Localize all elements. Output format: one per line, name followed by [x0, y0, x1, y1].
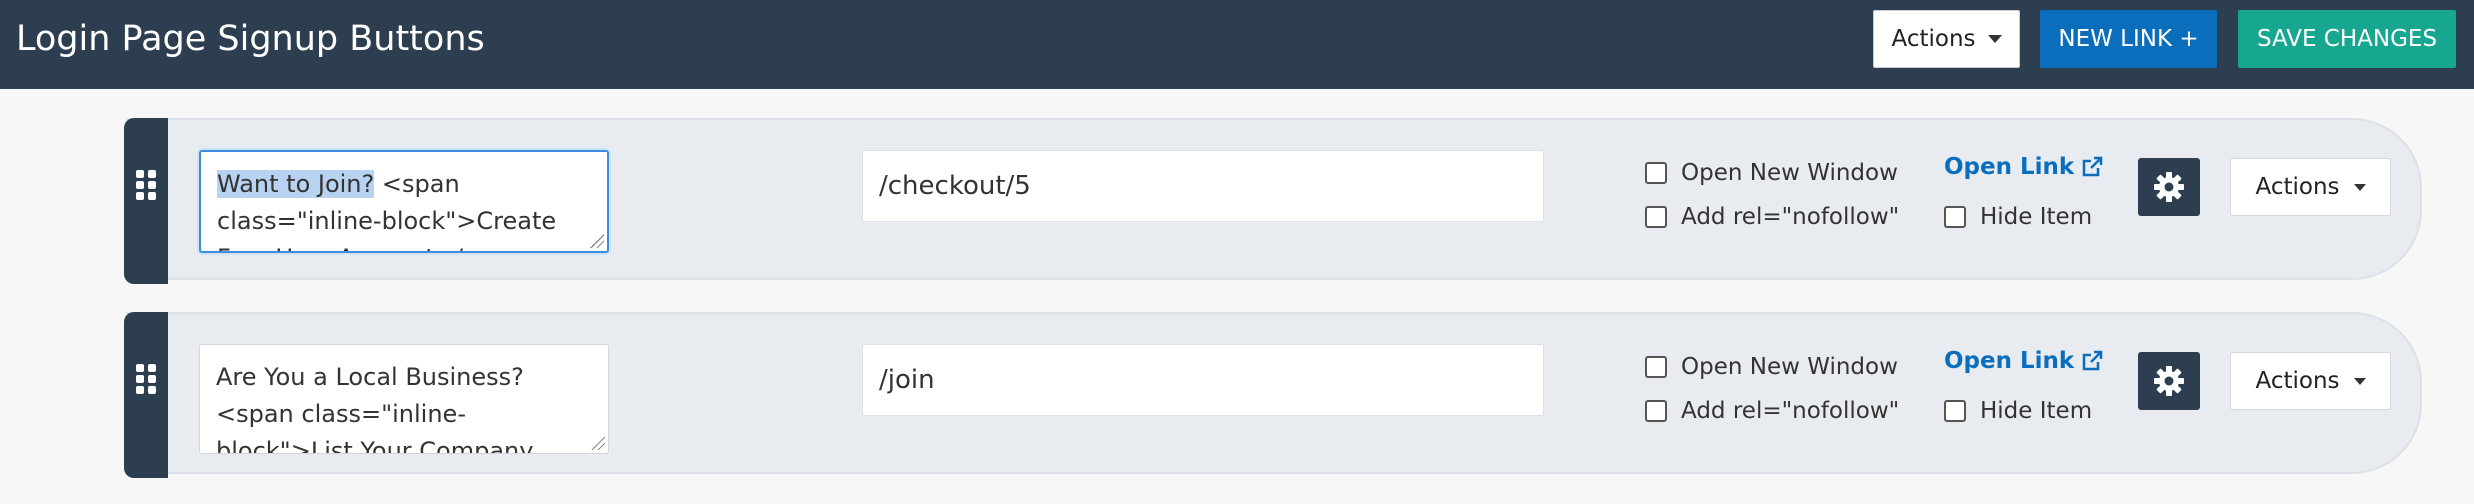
page-title: Login Page Signup Buttons: [16, 19, 485, 59]
hide-item-checkbox[interactable]: [1944, 400, 1966, 422]
hide-item-label: Hide Item: [1980, 398, 2093, 424]
caret-down-icon: [2353, 183, 2366, 191]
open-link[interactable]: Open Link: [1944, 348, 2104, 374]
nofollow-checkbox[interactable]: [1645, 400, 1667, 422]
hide-item-checkbox[interactable]: [1944, 206, 1966, 228]
link-label-textarea[interactable]: Are You a Local Business? <span class="i…: [199, 344, 609, 454]
new-link-button[interactable]: NEW LINK +: [2040, 10, 2217, 68]
row-actions-label: Actions: [2255, 174, 2340, 200]
grip-icon: [136, 364, 156, 394]
open-new-window-label: Open New Window: [1681, 354, 1898, 380]
open-new-window-checkbox[interactable]: [1645, 356, 1667, 378]
caret-down-icon: [2353, 377, 2366, 385]
settings-button[interactable]: [2138, 352, 2200, 410]
open-new-window-label: Open New Window: [1681, 160, 1898, 186]
header-actions-label: Actions: [1891, 26, 1976, 52]
nofollow-label: Add rel="nofollow": [1681, 398, 1900, 424]
gear-icon: [2154, 172, 2184, 202]
open-new-window-option[interactable]: Open New Window: [1645, 354, 1898, 380]
open-link-label: Open Link: [1944, 348, 2075, 374]
resize-handle-icon[interactable]: [591, 436, 605, 450]
external-link-icon: [2082, 156, 2103, 177]
row-actions-dropdown[interactable]: Actions: [2230, 158, 2391, 216]
label-text: Are You a Local Business? <span class="i…: [216, 363, 534, 454]
drag-handle[interactable]: [124, 118, 168, 284]
top-header: Login Page Signup Buttons Actions NEW LI…: [0, 0, 2474, 89]
nofollow-label: Add rel="nofollow": [1681, 204, 1900, 230]
caret-down-icon: [1987, 35, 2002, 43]
hide-item-option[interactable]: Hide Item: [1944, 204, 2092, 230]
open-link[interactable]: Open Link: [1944, 154, 2104, 180]
link-url-field[interactable]: /checkout/5: [862, 150, 1544, 222]
link-label-textarea[interactable]: Want to Join? <span class="inline-block"…: [199, 150, 609, 253]
link-url-field[interactable]: /join: [862, 344, 1544, 416]
hide-item-label: Hide Item: [1980, 204, 2093, 230]
link-row: Are You a Local Business? <span class="i…: [124, 312, 2422, 478]
link-row: Want to Join? <span class="inline-block"…: [124, 118, 2422, 284]
nofollow-option[interactable]: Add rel="nofollow": [1645, 398, 1899, 424]
row-actions-dropdown[interactable]: Actions: [2230, 352, 2391, 410]
nofollow-option[interactable]: Add rel="nofollow": [1645, 204, 1899, 230]
gear-icon: [2154, 366, 2184, 396]
header-actions-dropdown[interactable]: Actions: [1873, 10, 2020, 68]
open-link-label: Open Link: [1944, 154, 2075, 180]
resize-handle-icon[interactable]: [590, 234, 604, 248]
open-new-window-option[interactable]: Open New Window: [1645, 160, 1898, 186]
external-link-icon: [2082, 350, 2103, 371]
drag-handle[interactable]: [124, 312, 168, 478]
open-new-window-checkbox[interactable]: [1645, 162, 1667, 184]
save-changes-button[interactable]: SAVE CHANGES: [2238, 10, 2456, 68]
row-actions-label: Actions: [2255, 368, 2340, 394]
hide-item-option[interactable]: Hide Item: [1944, 398, 2092, 424]
settings-button[interactable]: [2138, 158, 2200, 216]
grip-icon: [136, 170, 156, 200]
selected-text: Want to Join?: [217, 170, 375, 198]
nofollow-checkbox[interactable]: [1645, 206, 1667, 228]
